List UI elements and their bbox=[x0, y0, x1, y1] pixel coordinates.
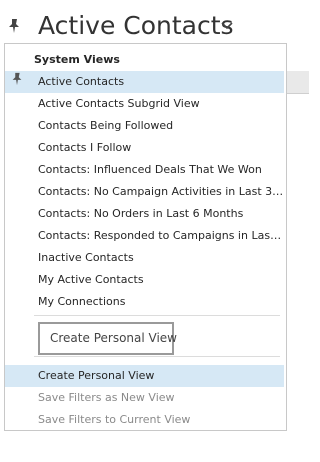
view-item-contacts-being-followed[interactable]: Contacts Being Followed bbox=[5, 115, 284, 137]
view-item-no-campaign-activities[interactable]: Contacts: No Campaign Activities in Last… bbox=[5, 181, 284, 203]
page-title[interactable]: Active Contacts bbox=[38, 8, 234, 44]
section-title: System Views bbox=[34, 53, 120, 66]
view-item-inactive-contacts[interactable]: Inactive Contacts bbox=[5, 247, 284, 269]
save-filters-to-current-view-action[interactable]: Save Filters to Current View bbox=[5, 409, 284, 431]
view-item-active-contacts-subgrid[interactable]: Active Contacts Subgrid View bbox=[5, 93, 284, 115]
chevron-down-icon[interactable] bbox=[221, 22, 233, 30]
background-row bbox=[287, 71, 309, 93]
view-item-my-connections[interactable]: My Connections bbox=[5, 291, 284, 313]
menu-divider bbox=[34, 356, 280, 357]
pin-icon[interactable] bbox=[6, 18, 22, 34]
view-item-influenced-deals[interactable]: Contacts: Influenced Deals That We Won bbox=[5, 159, 284, 181]
view-item-active-contacts[interactable]: Active Contacts bbox=[5, 71, 284, 93]
view-item-no-orders[interactable]: Contacts: No Orders in Last 6 Months bbox=[5, 203, 284, 225]
view-item-contacts-i-follow[interactable]: Contacts I Follow bbox=[5, 137, 284, 159]
view-item-my-active-contacts[interactable]: My Active Contacts bbox=[5, 269, 284, 291]
menu-divider bbox=[34, 315, 280, 316]
view-item-responded-to-campaigns[interactable]: Contacts: Responded to Campaigns in Last… bbox=[5, 225, 284, 247]
create-personal-view-button[interactable]: Create Personal View bbox=[38, 322, 177, 355]
background-divider bbox=[287, 93, 309, 94]
pin-icon[interactable] bbox=[10, 72, 24, 86]
save-filters-as-new-view-action[interactable]: Save Filters as New View bbox=[5, 387, 284, 409]
create-personal-view-action[interactable]: Create Personal View bbox=[5, 365, 284, 387]
